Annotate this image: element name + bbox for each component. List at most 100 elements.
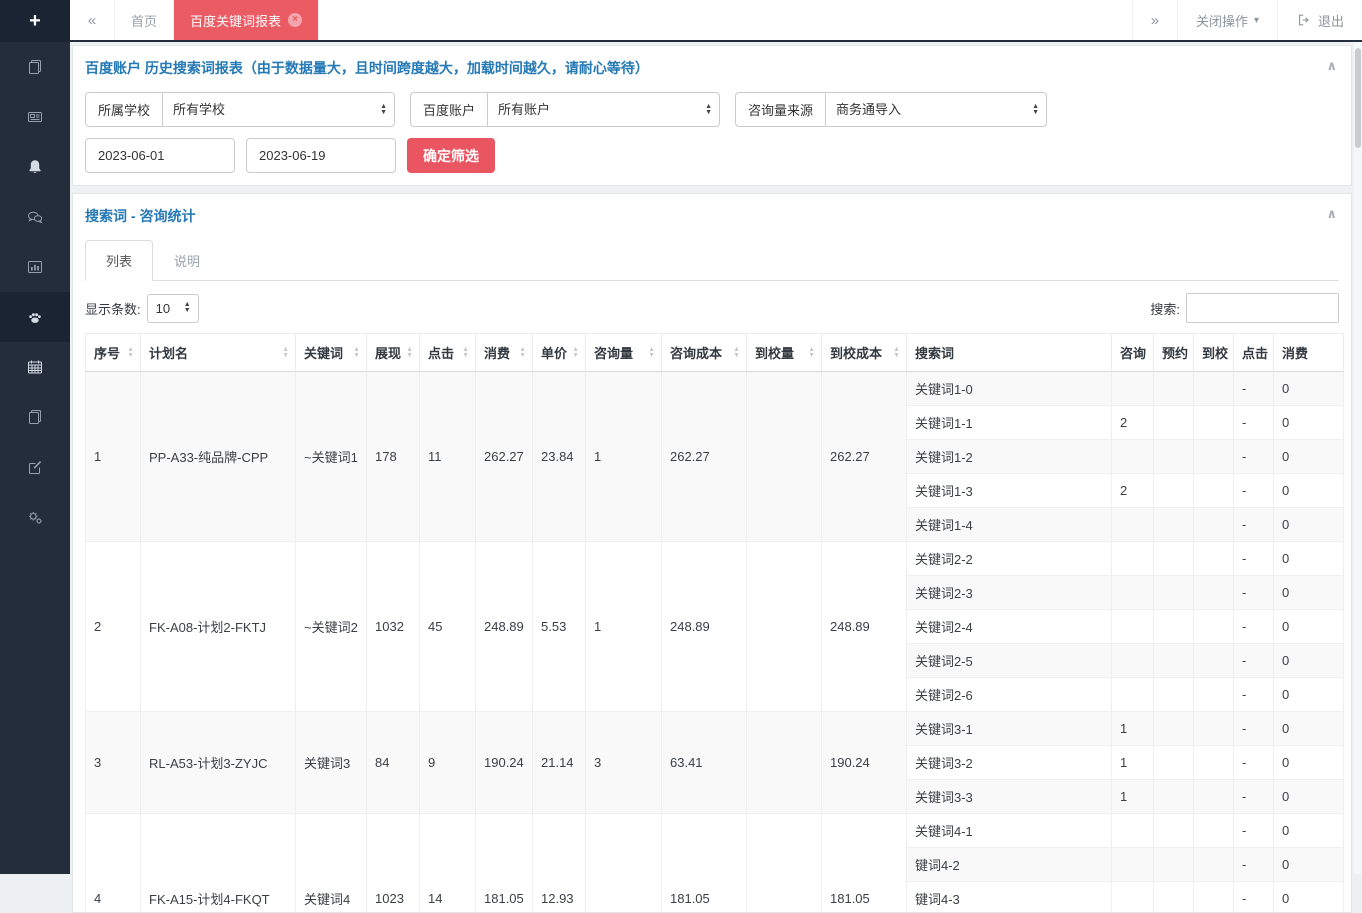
confirm-filter-button[interactable]: 确定筛选 bbox=[407, 138, 495, 173]
cell-searchterm-term: 关键词3-1 bbox=[907, 712, 1112, 746]
cell-searchterm-visit bbox=[1194, 440, 1234, 474]
sidebar-item-settings[interactable] bbox=[0, 492, 70, 542]
column-header-15: 点击 bbox=[1234, 334, 1274, 372]
sidebar-item-documents[interactable] bbox=[0, 42, 70, 92]
cell-searchterm-cost: 0 bbox=[1274, 508, 1344, 542]
page-size-select[interactable]: 10 bbox=[147, 294, 199, 323]
cell-searchterm-cost: 0 bbox=[1274, 712, 1344, 746]
cell-searchterm-cost: 0 bbox=[1274, 474, 1344, 508]
column-header-11: 搜索词 bbox=[907, 334, 1112, 372]
page-scrollbar-thumb[interactable] bbox=[1355, 48, 1361, 148]
tab-list[interactable]: 列表 bbox=[85, 240, 153, 281]
column-header-9[interactable]: 到校量▲▼ bbox=[747, 334, 822, 372]
cell-searchterm-visit bbox=[1194, 610, 1234, 644]
cell-seq: 2 bbox=[86, 542, 141, 712]
cell-searchterm-visit bbox=[1194, 848, 1234, 882]
cell-impressions: 1023 bbox=[367, 814, 420, 913]
cell-searchterm-consult: 1 bbox=[1112, 746, 1154, 780]
column-header-label: 关键词 bbox=[304, 346, 343, 361]
sidebar-item-calendar[interactable] bbox=[0, 342, 70, 392]
cell-searchterm-term: 关键词1-1 bbox=[907, 406, 1112, 440]
cell-searchterm-consult: 1 bbox=[1112, 780, 1154, 814]
column-header-label: 点击 bbox=[1242, 346, 1268, 361]
close-tab-icon[interactable]: × bbox=[288, 13, 302, 27]
school-select[interactable]: 所有学校 bbox=[162, 92, 395, 127]
cell-searchterm-click: - bbox=[1234, 678, 1274, 712]
cell-searchterm-consult: 2 bbox=[1112, 406, 1154, 440]
cell-searchterm-visit bbox=[1194, 576, 1234, 610]
cell-plan: FK-A15-计划4-FKQT bbox=[141, 814, 296, 913]
baidu-account-select[interactable]: 所有账户 bbox=[487, 92, 720, 127]
sidebar-item-notifications[interactable] bbox=[0, 142, 70, 192]
column-header-2[interactable]: 关键词▲▼ bbox=[296, 334, 367, 372]
close-operations-dropdown[interactable]: 关闭操作 ▾ bbox=[1177, 0, 1277, 40]
page-size-label: 显示条数: bbox=[85, 299, 141, 318]
cell-searchterm-cost: 0 bbox=[1274, 406, 1344, 440]
add-menu-button[interactable]: + bbox=[0, 0, 70, 42]
column-header-3[interactable]: 展现▲▼ bbox=[367, 334, 420, 372]
collapse-panel-icon[interactable]: ∧ bbox=[1326, 58, 1337, 74]
cell-searchterm-visit bbox=[1194, 780, 1234, 814]
caret-down-icon: ▾ bbox=[1254, 15, 1259, 26]
column-header-label: 到校 bbox=[1202, 346, 1228, 361]
scroll-tabs-left-button[interactable]: « bbox=[70, 0, 115, 40]
sidebar-item-reports[interactable] bbox=[0, 392, 70, 442]
scroll-tabs-right-button[interactable]: » bbox=[1132, 0, 1177, 40]
column-header-label: 点击 bbox=[428, 346, 454, 361]
cell-searchterm-visit bbox=[1194, 508, 1234, 542]
sidebar-item-messages[interactable] bbox=[0, 192, 70, 242]
cell-searchterm-reserve bbox=[1154, 780, 1194, 814]
column-header-5[interactable]: 消费▲▼ bbox=[476, 334, 533, 372]
cell-searchterm-reserve bbox=[1154, 406, 1194, 440]
sign-out-icon bbox=[1296, 12, 1312, 28]
sort-icon: ▲▼ bbox=[808, 347, 815, 359]
table-search-input[interactable] bbox=[1186, 293, 1339, 323]
column-header-1[interactable]: 计划名▲▼ bbox=[141, 334, 296, 372]
table-row: 2FK-A08-计划2-FKTJ~关键词2103245248.895.53124… bbox=[86, 542, 1344, 576]
sort-icon: ▲▼ bbox=[462, 347, 469, 359]
page-scrollbar[interactable] bbox=[1354, 42, 1362, 874]
cell-searchterm-term: 关键词1-0 bbox=[907, 372, 1112, 406]
sidebar-item-baidu[interactable] bbox=[0, 292, 70, 342]
tab-home[interactable]: 首页 bbox=[115, 0, 174, 40]
column-header-label: 计划名 bbox=[149, 346, 188, 361]
column-header-4[interactable]: 点击 ▲▼ bbox=[420, 334, 476, 372]
column-header-8[interactable]: 咨询成本▲▼ bbox=[662, 334, 747, 372]
sidebar-item-statistics[interactable] bbox=[0, 242, 70, 292]
cell-searchterm-term: 关键词1-4 bbox=[907, 508, 1112, 542]
column-header-10[interactable]: 到校成本▲▼ bbox=[822, 334, 907, 372]
tab-baidu-keyword-report[interactable]: 百度关键词报表 × bbox=[174, 0, 319, 40]
cell-searchterm-consult bbox=[1112, 576, 1154, 610]
cell-consults: 1 bbox=[586, 542, 662, 712]
column-header-0[interactable]: 序号▲▼ bbox=[86, 334, 141, 372]
search-label: 搜索: bbox=[1150, 299, 1180, 318]
cell-searchterm-cost: 0 bbox=[1274, 814, 1344, 848]
cell-visit_cost: 248.89 bbox=[822, 542, 907, 712]
collapse-panel-icon[interactable]: ∧ bbox=[1326, 206, 1337, 222]
cell-searchterm-reserve bbox=[1154, 848, 1194, 882]
cell-searchterm-consult: 1 bbox=[1112, 712, 1154, 746]
sidebar-item-edit[interactable] bbox=[0, 442, 70, 492]
cell-searchterm-visit bbox=[1194, 712, 1234, 746]
cell-searchterm-visit bbox=[1194, 746, 1234, 780]
cell-seq: 4 bbox=[86, 814, 141, 913]
consult-source-select[interactable]: 商务通导入 bbox=[825, 92, 1047, 127]
cell-searchterm-visit bbox=[1194, 372, 1234, 406]
tab-help[interactable]: 说明 bbox=[153, 240, 221, 281]
column-header-7[interactable]: 咨询量▲▼ bbox=[586, 334, 662, 372]
logout-button[interactable]: 退出 bbox=[1277, 0, 1362, 40]
cell-searchterm-reserve bbox=[1154, 814, 1194, 848]
start-date-input[interactable] bbox=[85, 138, 235, 173]
report-panel: 搜索词 - 咨询统计 ∧ 列表 说明 显示条数: 10 ▲▼ 搜索: 序号▲▼计… bbox=[72, 193, 1352, 913]
cell-searchterm-term: 关键词2-2 bbox=[907, 542, 1112, 576]
cell-searchterm-consult bbox=[1112, 814, 1154, 848]
cell-seq: 3 bbox=[86, 712, 141, 814]
column-header-6[interactable]: 单价▲▼ bbox=[533, 334, 586, 372]
cell-searchterm-reserve bbox=[1154, 678, 1194, 712]
cell-searchterm-click: - bbox=[1234, 508, 1274, 542]
cell-plan: FK-A08-计划2-FKTJ bbox=[141, 542, 296, 712]
cell-searchterm-reserve bbox=[1154, 542, 1194, 576]
bell-icon bbox=[25, 157, 45, 177]
end-date-input[interactable] bbox=[246, 138, 396, 173]
sidebar-item-newspaper[interactable] bbox=[0, 92, 70, 142]
